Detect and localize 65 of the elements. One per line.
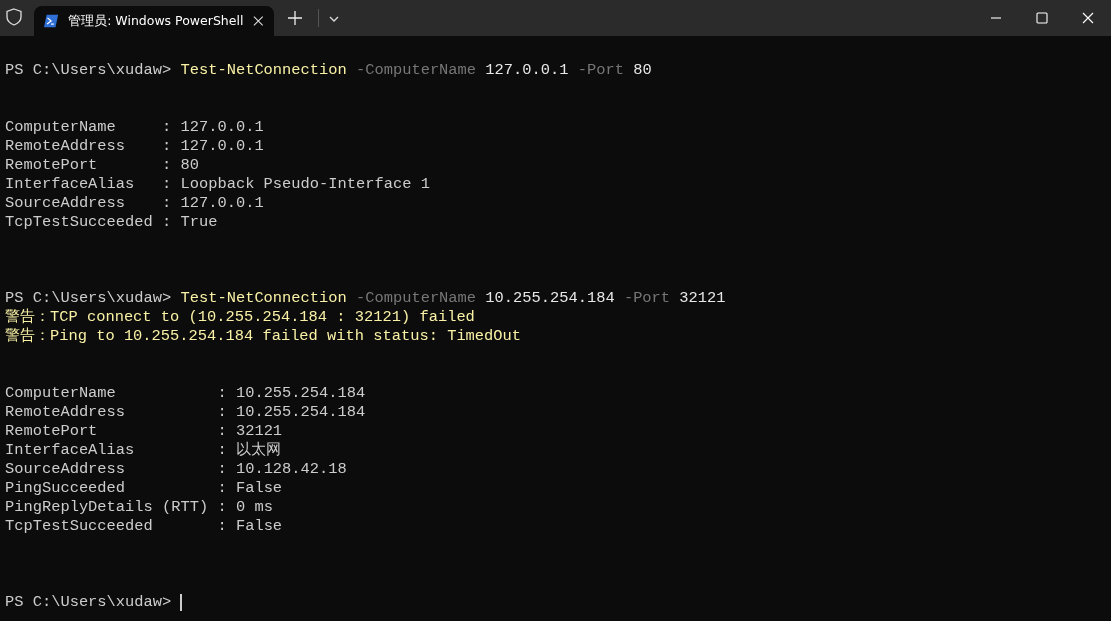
separator: : <box>217 460 227 479</box>
property-name: TcpTestSucceeded <box>5 213 154 232</box>
separator: : <box>162 137 172 156</box>
separator: : <box>217 498 227 517</box>
property-value: 127.0.0.1 <box>180 137 264 156</box>
parameter: -Port <box>577 61 624 80</box>
property-name: ComputerName <box>5 118 117 137</box>
separator: : <box>217 403 227 422</box>
property-name: RemotePort <box>5 156 99 175</box>
property-value: 以太网 <box>235 441 281 460</box>
maximize-icon[interactable] <box>1036 12 1048 24</box>
warning-message: 警告：TCP connect to (10.255.254.184 : 32121) failed <box>5 308 475 327</box>
separator: : <box>162 118 172 137</box>
property-value: 32121 <box>235 422 283 441</box>
separator: : <box>217 422 227 441</box>
property-name: SourceAddress <box>5 460 127 479</box>
separator: : <box>162 213 172 232</box>
separator: : <box>162 194 172 213</box>
property-value: 80 <box>180 156 199 175</box>
property-value: 127.0.0.1 <box>180 194 264 213</box>
prompt: PS C:\Users\xudaw> <box>5 593 172 612</box>
property-value: Loopback Pseudo-Interface 1 <box>180 175 430 194</box>
separator: : <box>162 175 172 194</box>
shield-icon[interactable] <box>6 8 22 26</box>
separator: : <box>217 441 227 460</box>
argument: 32121 <box>679 289 726 308</box>
property-value: 10.255.254.184 <box>235 384 366 403</box>
property-value: 10.128.42.18 <box>235 460 347 479</box>
property-name: PingReplyDetails (RTT) <box>5 498 210 517</box>
terminal-tab[interactable]: 管理员: Windows PowerShell <box>34 6 274 36</box>
property-name: InterfaceAlias <box>5 441 136 460</box>
prompt: PS C:\Users\xudaw> <box>5 289 172 308</box>
separator: : <box>217 517 227 536</box>
argument: 80 <box>633 61 652 80</box>
dropdown-icon[interactable] <box>329 15 339 23</box>
parameter: -ComputerName <box>356 289 477 308</box>
parameter: -Port <box>623 289 671 308</box>
prompt: PS C:\Users\xudaw> <box>5 61 172 80</box>
close-icon[interactable] <box>1082 12 1094 24</box>
separator: : <box>217 384 227 403</box>
property-value: 0 ms <box>235 498 273 517</box>
property-name: InterfaceAlias <box>5 175 136 194</box>
property-name: RemoteAddress <box>5 403 127 422</box>
property-value: False <box>235 517 283 536</box>
property-name: RemoteAddress <box>5 137 127 156</box>
property-name: TcpTestSucceeded <box>5 517 154 536</box>
property-name: RemotePort <box>5 422 99 441</box>
property-value: 10.255.254.184 <box>235 403 366 422</box>
command: Test-NetConnection <box>180 61 347 80</box>
property-value: True <box>180 213 218 232</box>
property-value: 127.0.0.1 <box>180 118 264 137</box>
property-name: SourceAddress <box>5 194 127 213</box>
powershell-icon <box>44 14 59 28</box>
property-name: PingSucceeded <box>5 479 127 498</box>
argument: 10.255.254.184 <box>485 289 615 308</box>
close-tab-icon[interactable] <box>253 15 264 27</box>
property-value: False <box>235 479 283 498</box>
command: Test-NetConnection <box>180 289 347 308</box>
argument: 127.0.0.1 <box>485 61 569 80</box>
warning-message: 警告：Ping to 10.255.254.184 failed with status: TimedOut <box>5 327 522 346</box>
parameter: -ComputerName <box>356 61 477 80</box>
separator: : <box>162 156 172 175</box>
new-tab-icon[interactable] <box>288 11 302 25</box>
property-name: ComputerName <box>5 384 117 403</box>
separator: : <box>217 479 227 498</box>
